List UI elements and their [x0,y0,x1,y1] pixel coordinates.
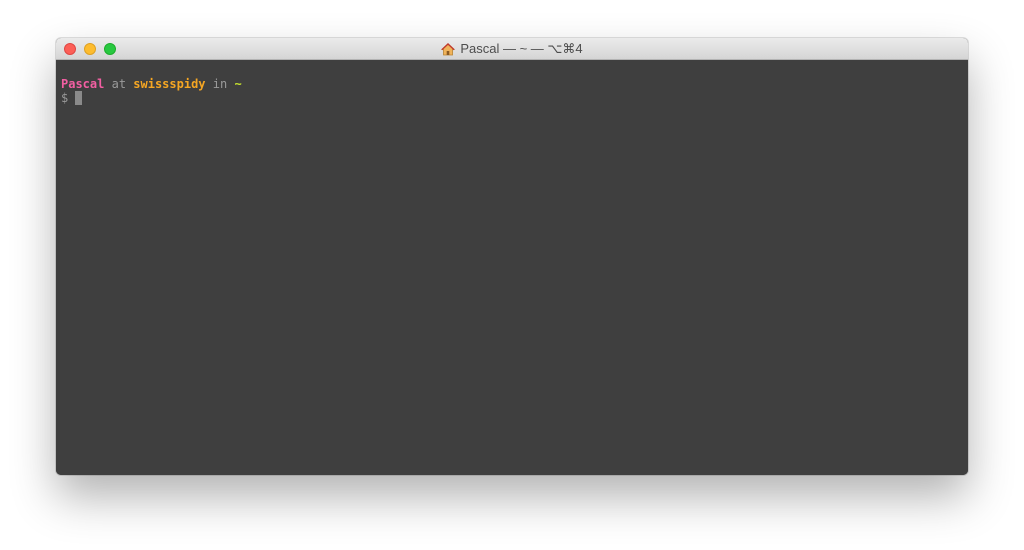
prompt-symbol: $ [61,91,69,105]
home-icon [441,42,456,56]
prompt-user: Pascal [61,77,105,91]
prompt-directory: ~ [234,77,242,91]
window-title-text: Pascal — ~ — ⌥⌘4 [460,41,583,56]
prompt-at: at [111,77,127,91]
prompt-info-line: Pascal at swissspidy in ~ [61,77,968,91]
prompt-in: in [212,77,228,91]
text-cursor [75,91,83,105]
terminal-window: Pascal — ~ — ⌥⌘4 Pascal at swissspidy in… [56,38,968,475]
terminal-content[interactable]: Pascal at swissspidy in ~ $ [56,60,968,475]
window-title: Pascal — ~ — ⌥⌘4 [56,38,968,60]
command-input-line[interactable]: $ [61,91,968,105]
title-bar[interactable]: Pascal — ~ — ⌥⌘4 [56,38,968,60]
prompt-host: swissspidy [133,77,206,91]
